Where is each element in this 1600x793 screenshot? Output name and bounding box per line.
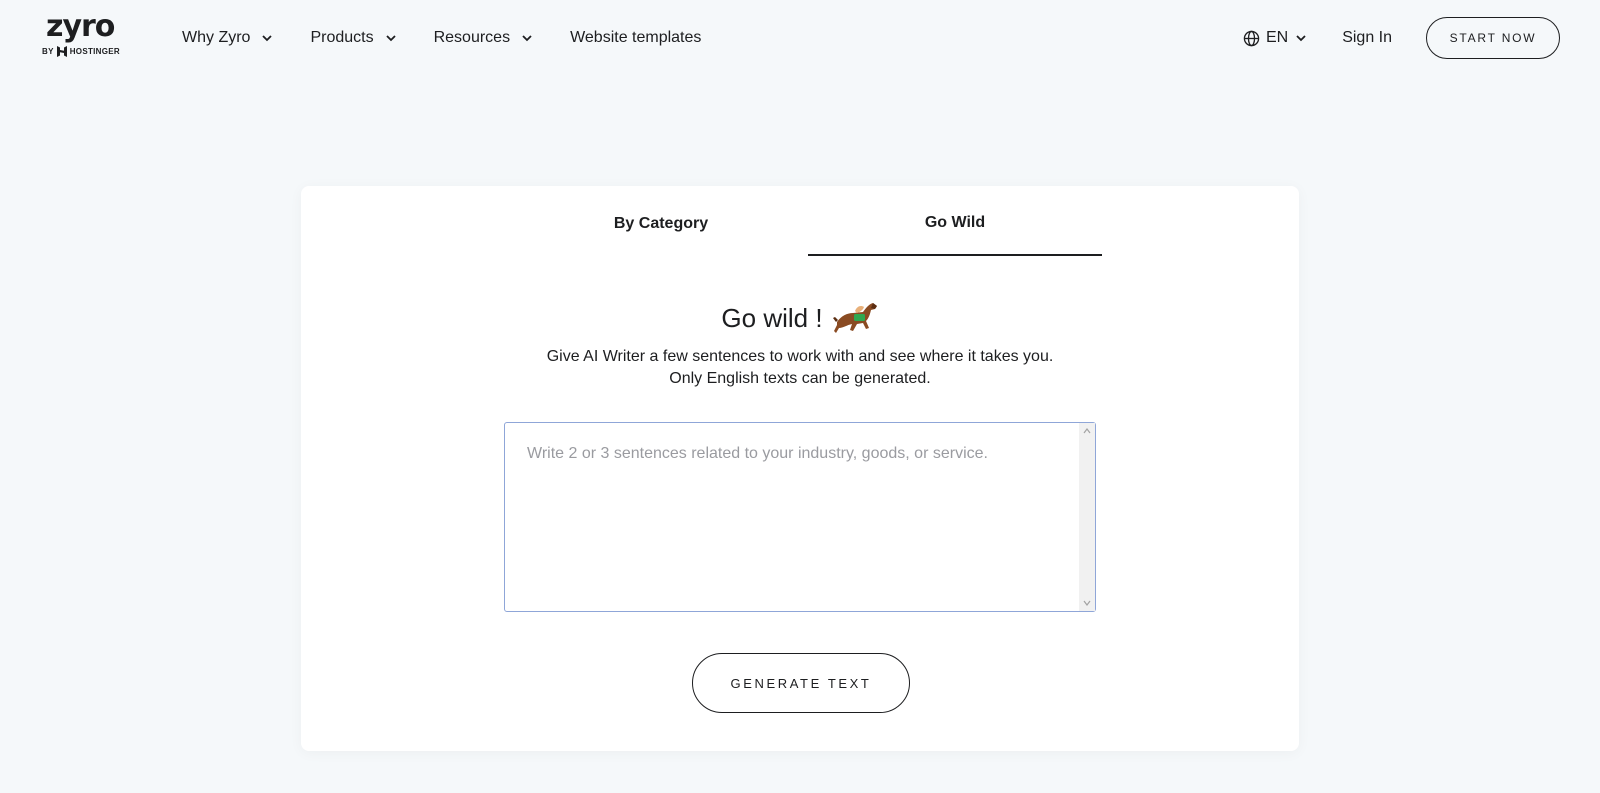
description-line: Give AI Writer a few sentences to work w… bbox=[546, 348, 1054, 365]
mode-tabs: By Category Go Wild bbox=[514, 186, 1102, 256]
hostinger-icon bbox=[56, 46, 67, 57]
tab-go-wild[interactable]: Go Wild bbox=[808, 186, 1102, 256]
generate-text-button[interactable]: GENERATE TEXT bbox=[692, 653, 910, 713]
nav-item-label: Resources bbox=[433, 29, 511, 46]
header-actions: EN Sign In START NOW bbox=[1243, 0, 1560, 76]
description: Give AI Writer a few sentences to work w… bbox=[301, 346, 1299, 390]
chevron-down-icon bbox=[385, 35, 396, 42]
site-header: zyro BY HOSTINGER Why Zyro Products Reso… bbox=[0, 0, 1600, 76]
nav-item-products[interactable]: Products bbox=[310, 29, 397, 47]
nav-item-label: Why Zyro bbox=[182, 29, 251, 46]
nav-item-resources[interactable]: Resources bbox=[434, 29, 534, 47]
chevron-down-icon bbox=[1296, 35, 1306, 42]
textarea-scrollbar[interactable] bbox=[1079, 423, 1095, 611]
nav-item-website-templates[interactable]: Website templates bbox=[570, 29, 701, 47]
globe-icon bbox=[1243, 30, 1260, 46]
prompt-input-wrapper bbox=[504, 422, 1096, 612]
scroll-down-icon[interactable] bbox=[1083, 599, 1091, 607]
logo-brand: HOSTINGER bbox=[69, 47, 120, 56]
prompt-textarea[interactable] bbox=[505, 423, 1079, 611]
chevron-down-icon bbox=[262, 35, 273, 42]
language-code: EN bbox=[1265, 29, 1289, 46]
logo-wordmark: zyro bbox=[46, 9, 115, 44]
nav-item-label: Products bbox=[310, 29, 374, 46]
language-selector[interactable]: EN bbox=[1243, 29, 1308, 47]
zyro-logo[interactable]: zyro BY HOSTINGER bbox=[42, 12, 124, 64]
main-nav: Why Zyro Products Resources Website temp… bbox=[182, 0, 737, 76]
logo-byline: BY HOSTINGER bbox=[42, 46, 124, 57]
logo-by: BY bbox=[42, 47, 54, 56]
page-title: Go wild ! bbox=[721, 302, 823, 333]
nav-item-why-zyro[interactable]: Why Zyro bbox=[182, 29, 274, 47]
scroll-up-icon[interactable] bbox=[1083, 427, 1091, 435]
sign-in-link[interactable]: Sign In bbox=[1342, 29, 1392, 47]
ai-writer-card: By Category Go Wild Go wild ! Give AI Wr… bbox=[301, 186, 1299, 751]
description-line: Only English texts can be generated. bbox=[669, 370, 931, 387]
tab-by-category[interactable]: By Category bbox=[514, 186, 808, 256]
section-heading: Go wild ! bbox=[301, 298, 1299, 338]
start-now-button[interactable]: START NOW bbox=[1426, 17, 1560, 59]
chevron-down-icon bbox=[522, 35, 532, 42]
horse-racing-icon bbox=[832, 303, 877, 333]
nav-item-label: Website templates bbox=[570, 29, 702, 46]
